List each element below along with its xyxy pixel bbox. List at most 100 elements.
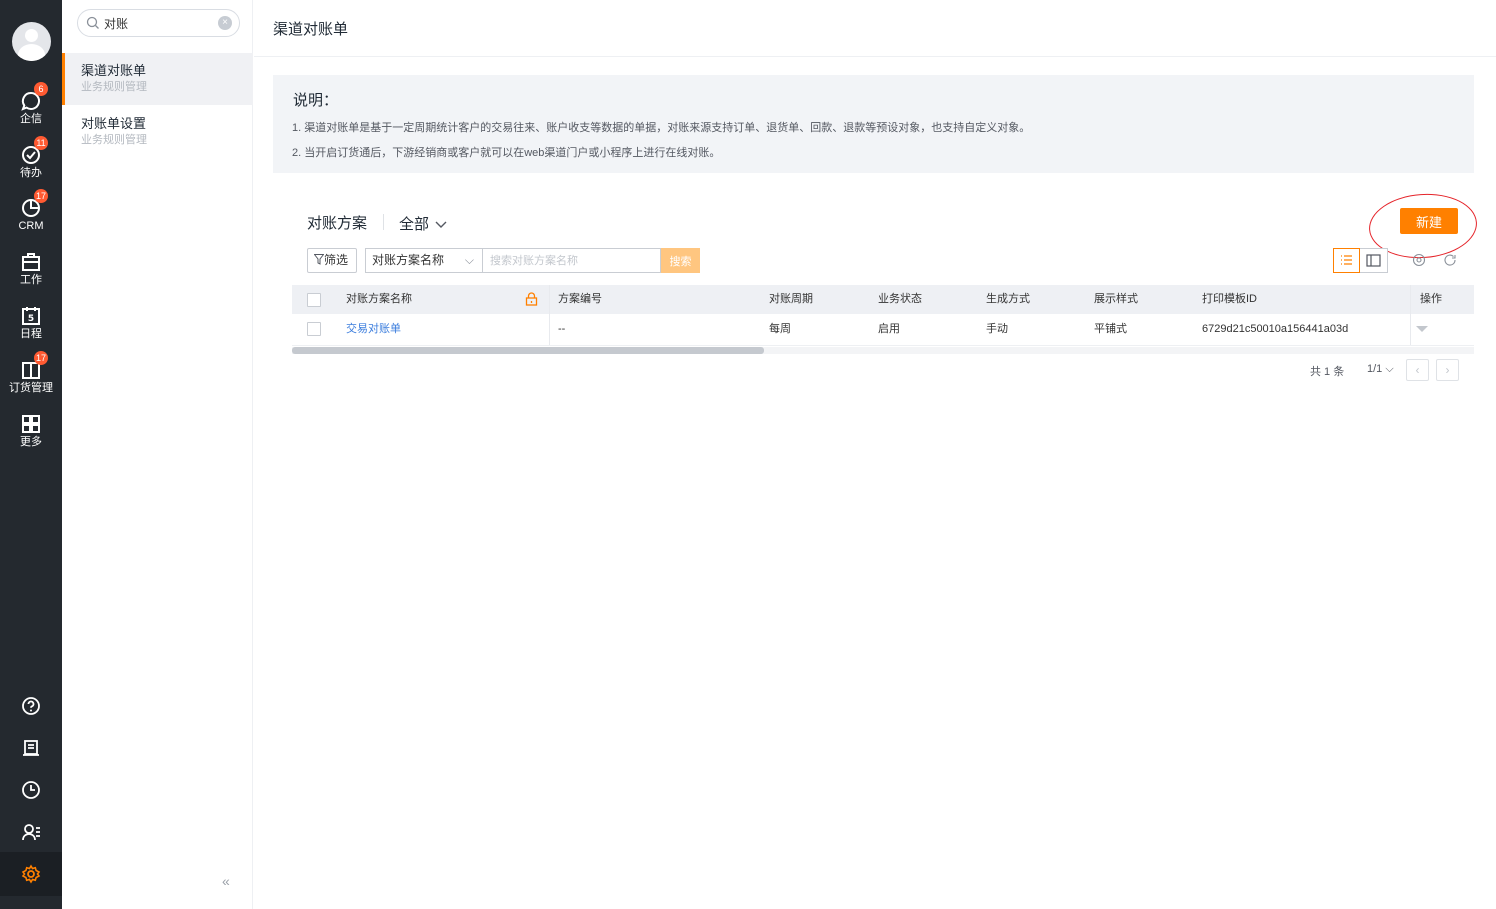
horizontal-scrollbar[interactable] — [292, 347, 1474, 354]
rail-item-crm[interactable]: CRM 17 — [0, 189, 62, 245]
sidebar-search: × — [77, 9, 240, 37]
avatar[interactable] — [12, 22, 51, 61]
rail-label: 工作 — [20, 274, 42, 286]
column-divider — [1410, 285, 1411, 314]
refresh-icon[interactable] — [1443, 253, 1457, 267]
search-field-select[interactable]: 对账方案名称 ⌵ — [365, 248, 482, 273]
search-button[interactable]: 搜索 — [661, 248, 700, 273]
column-divider — [549, 285, 550, 314]
column-divider — [1410, 314, 1411, 345]
table-cell: -- — [558, 323, 566, 335]
chevron-down-icon — [435, 221, 447, 228]
grid-icon — [22, 415, 40, 433]
keyword-search-input[interactable] — [482, 248, 661, 273]
page-title: 渠道对账单 — [273, 21, 349, 38]
notes-button[interactable] — [0, 728, 62, 768]
rail-item-orders[interactable]: 订货管理 17 — [0, 351, 62, 407]
prev-page-button[interactable]: ‹ — [1406, 359, 1429, 381]
calendar-icon: 5 — [22, 307, 40, 325]
row-actions-caret-icon[interactable] — [1416, 326, 1428, 332]
column-header[interactable]: 展示样式 — [1094, 285, 1138, 314]
description-line: 1. 渠道对账单是基于一定周期统计客户的交易往来、账户收支等数据的单据，对账来源… — [292, 122, 1031, 134]
contacts-button[interactable] — [0, 812, 62, 852]
scheme-name-link[interactable]: 交易对账单 — [346, 314, 401, 345]
table-cell: 平铺式 — [1094, 323, 1127, 335]
history-button[interactable] — [0, 770, 62, 810]
row-checkbox[interactable] — [307, 322, 321, 336]
list-view-icon — [1341, 255, 1352, 265]
sidebar-item-channel-statement[interactable]: 渠道对账单 业务规则管理 — [62, 53, 253, 105]
main-panel: 渠道对账单 说明： 1. 渠道对账单是基于一定周期统计客户的交易往来、账户收支等… — [254, 0, 1496, 909]
pager-page: 1/1 — [1367, 363, 1383, 375]
briefcase-icon — [22, 253, 40, 271]
pager-total: 共 1 条 — [1310, 366, 1345, 378]
description-box: 说明： 1. 渠道对账单是基于一定周期统计客户的交易往来、账户收支等数据的单据，… — [273, 75, 1474, 173]
help-button[interactable] — [0, 686, 62, 726]
rail-item-todo[interactable]: 待办 11 — [0, 136, 62, 192]
column-header[interactable]: 打印模板ID — [1202, 285, 1257, 314]
filter-label: 筛选 — [324, 253, 349, 267]
filter-button[interactable]: 筛选 — [307, 248, 357, 273]
split-view-icon — [1366, 254, 1381, 267]
rail-item-schedule[interactable]: 5 日程 — [0, 301, 62, 353]
table-row: 交易对账单 -- 每周 启用 手动 平铺式 6729d21c50010a1564… — [292, 314, 1474, 346]
divider — [383, 214, 384, 230]
description-heading: 说明： — [293, 92, 339, 109]
search-field-value: 对账方案名称 — [372, 253, 445, 267]
search-icon — [86, 16, 99, 29]
contacts-icon — [22, 824, 40, 841]
scrollbar-thumb[interactable] — [292, 347, 764, 354]
table-cell: 每周 — [769, 323, 791, 335]
unread-badge: 11 — [34, 136, 48, 150]
column-divider — [549, 314, 550, 345]
scope-dropdown[interactable]: 全部 — [399, 213, 447, 234]
sidebar-item-subtitle: 业务规则管理 — [81, 134, 147, 146]
column-header: 操作 — [1420, 293, 1442, 305]
column-header[interactable]: 对账周期 — [769, 285, 813, 314]
page-size-select[interactable]: 1/1 ⌵ — [1367, 363, 1394, 376]
sidebar-item-title: 渠道对账单 — [81, 63, 147, 78]
unread-badge: 6 — [34, 82, 48, 96]
lock-icon — [525, 292, 538, 306]
clock-icon — [22, 781, 40, 799]
unread-badge: 17 — [34, 351, 49, 365]
document-icon — [23, 740, 39, 756]
list-view-button[interactable] — [1333, 248, 1360, 273]
unread-badge: 17 — [34, 189, 49, 203]
table-cell: 6729d21c50010a156441a03d — [1202, 323, 1349, 335]
clear-icon[interactable]: × — [218, 16, 232, 30]
collapse-sidebar-button[interactable]: « — [222, 873, 230, 889]
next-page-button[interactable]: › — [1436, 359, 1459, 381]
table-cell: 手动 — [986, 323, 1008, 335]
settings-sidebar: × 渠道对账单 业务规则管理 对账单设置 业务规则管理 « — [62, 0, 253, 909]
column-header[interactable]: 生成方式 — [986, 285, 1030, 314]
column-header[interactable]: 对账方案名称 — [346, 285, 412, 314]
rail-label: 企信 — [20, 113, 42, 125]
column-header[interactable]: 方案编号 — [558, 285, 602, 314]
table-cell: 启用 — [878, 323, 900, 335]
divider — [254, 56, 1496, 57]
column-settings-icon[interactable] — [1412, 253, 1426, 267]
sidebar-search-input[interactable] — [104, 14, 214, 32]
rail-item-work[interactable]: 工作 — [0, 247, 62, 299]
rail-label: 日程 — [20, 328, 42, 340]
split-view-button[interactable] — [1360, 248, 1388, 273]
settings-button[interactable] — [0, 852, 62, 896]
rail-label: 更多 — [20, 436, 42, 448]
sidebar-item-subtitle: 业务规则管理 — [81, 81, 147, 93]
table-header: 对账方案名称 方案编号 对账周期 业务状态 生成方式 展示样式 打印模板ID 操… — [292, 285, 1474, 314]
chevron-down-icon: ⌵ — [464, 253, 474, 267]
select-all-checkbox[interactable] — [307, 293, 321, 307]
calendar-day: 5 — [28, 314, 34, 324]
funnel-icon — [313, 254, 325, 265]
gear-icon — [21, 864, 41, 884]
rail-item-more[interactable]: 更多 — [0, 409, 62, 461]
column-header[interactable]: 业务状态 — [878, 285, 922, 314]
section-title: 对账方案 — [307, 215, 368, 232]
description-line: 2. 当开启订货通后，下游经销商或客户就可以在web渠道门户或小程序上进行在线对… — [292, 147, 721, 159]
sidebar-item-statement-settings[interactable]: 对账单设置 业务规则管理 — [62, 106, 253, 158]
rail-label: 待办 — [20, 167, 42, 179]
help-icon — [22, 697, 40, 715]
app-rail: 企信 6 待办 11 CRM 17 工作 5 日程 订货管理 17 更多 — [0, 0, 62, 909]
rail-item-chat[interactable]: 企信 6 — [0, 82, 62, 138]
